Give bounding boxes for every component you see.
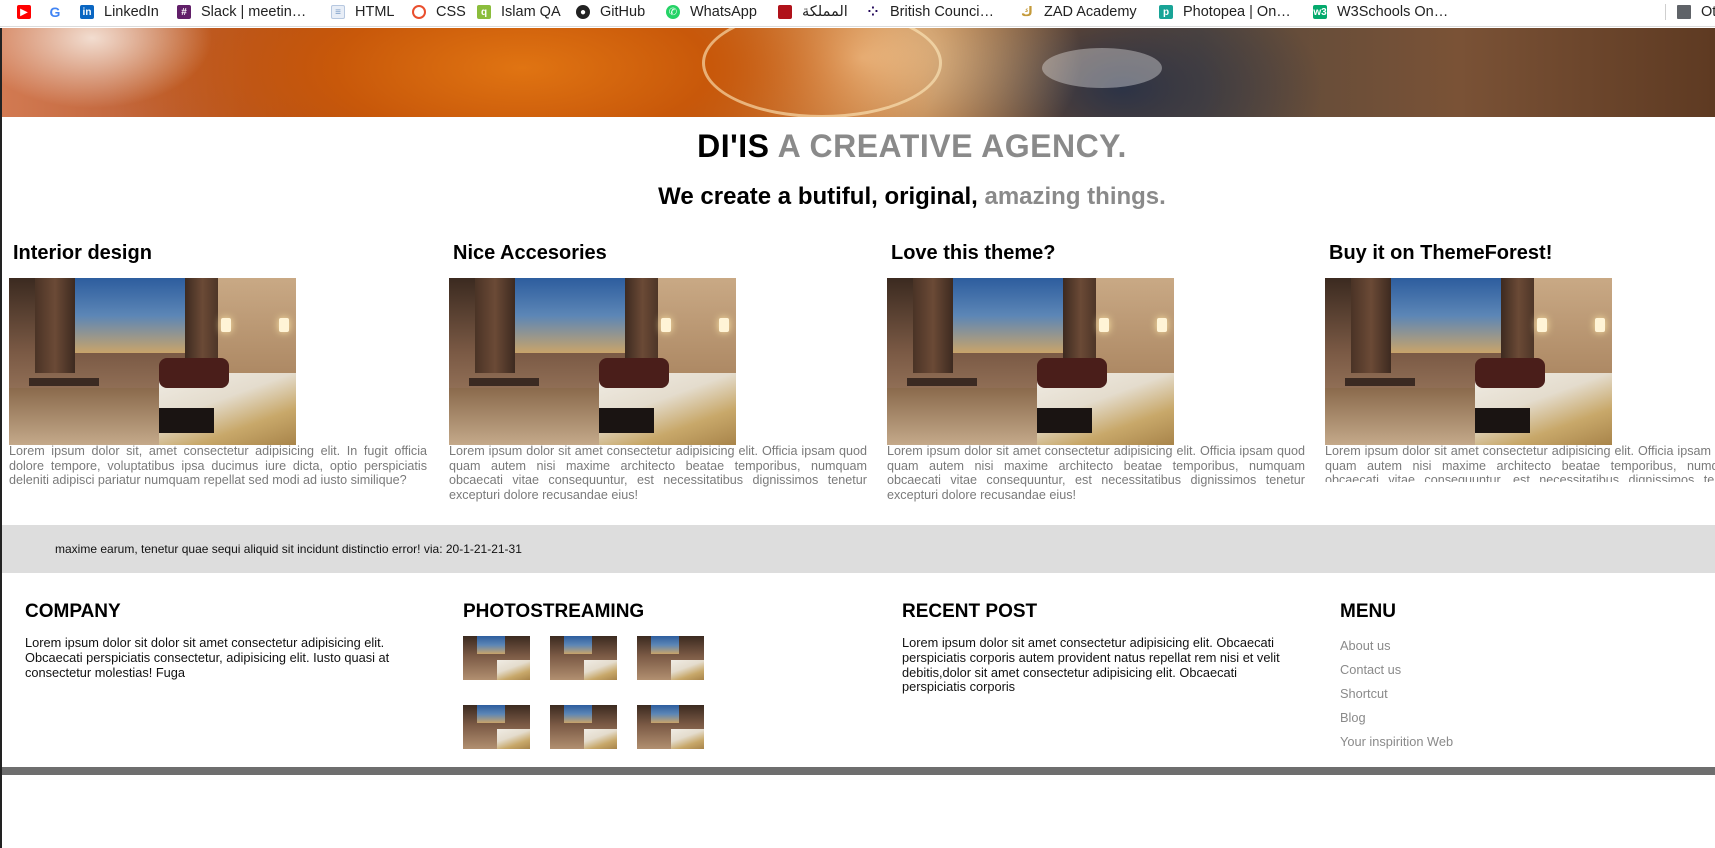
- bookmark-css[interactable]: CSS: [412, 0, 466, 24]
- bookmark-html[interactable]: ≡ HTML: [331, 0, 394, 24]
- footer-bottom-bar: [2, 767, 1715, 775]
- hero-plate-shape: [1042, 48, 1162, 88]
- brand-name: DI'IS: [697, 128, 770, 164]
- bookmarks-bar: ▶ G in LinkedIn # Slack | meetin… ≡ HTML…: [0, 0, 1715, 27]
- linkedin-icon: in: [80, 5, 94, 19]
- google-icon: G: [48, 4, 62, 20]
- feature-title: Interior design: [13, 242, 152, 264]
- islamqa-icon: q: [477, 5, 491, 19]
- page-subheadline: We create a butiful, original, amazing t…: [2, 183, 1715, 211]
- bookmark-youtube[interactable]: ▶: [17, 0, 41, 24]
- subheadline-dark: We create a butiful, original,: [658, 183, 978, 210]
- bookmark-label: GitHub: [600, 4, 646, 20]
- bookmark-label: Islam QA: [501, 4, 561, 20]
- bookmark-linkedin[interactable]: in LinkedIn: [80, 0, 159, 24]
- footer-heading: COMPANY: [25, 601, 121, 622]
- hero-glass-shape: [702, 28, 942, 117]
- bookmark-other[interactable]: Ot: [1677, 0, 1715, 24]
- menu-link-about-us[interactable]: About us: [1340, 638, 1640, 662]
- bookmark-slack[interactable]: # Slack | meetin…: [177, 0, 306, 24]
- zad-academy-icon: ﻙ: [1020, 4, 1034, 19]
- footer-heading: MENU: [1340, 601, 1396, 622]
- feature-interior-design: Interior design Lorem ipsum dolor sit, a…: [9, 242, 429, 487]
- photostream-thumbnail[interactable]: [550, 636, 617, 680]
- footer-recent-post: RECENT POST Lorem ipsum dolor sit amet c…: [902, 601, 1302, 695]
- quote-text: maxime earum, tenetur quae sequi aliquid…: [55, 542, 522, 556]
- footer-company: COMPANY Lorem ipsum dolor sit dolor sit …: [25, 601, 425, 680]
- bookmark-w3schools[interactable]: w3 W3Schools On…: [1313, 0, 1448, 24]
- feature-text: Lorem ipsum dolor sit, amet consectetur …: [9, 444, 427, 488]
- bookmark-almamlaka[interactable]: المملكة: [778, 0, 848, 24]
- bookmark-label: ZAD Academy: [1044, 4, 1137, 20]
- photostream-thumbnail[interactable]: [637, 636, 704, 680]
- bookmark-zad-academy[interactable]: ﻙ ZAD Academy: [1020, 0, 1137, 24]
- document-icon: ≡: [331, 5, 345, 19]
- bookmark-label: Ot: [1701, 4, 1715, 20]
- slack-icon: #: [177, 5, 191, 19]
- bookmark-label: WhatsApp: [690, 4, 757, 20]
- photostream-thumbnail[interactable]: [463, 705, 530, 749]
- room-photo: [449, 278, 736, 445]
- w3schools-icon: w3: [1313, 5, 1327, 19]
- footer-heading: PHOTOSTREAMING: [463, 601, 645, 622]
- almamlaka-icon: [778, 5, 792, 19]
- web-page: DI'IS A CREATIVE AGENCY. We create a but…: [0, 28, 1715, 848]
- menu-link-contact-us[interactable]: Contact us: [1340, 662, 1640, 686]
- feature-text: Lorem ipsum dolor sit amet consectetur a…: [1325, 444, 1715, 482]
- whatsapp-icon: ✆: [666, 5, 680, 19]
- bookmark-label: LinkedIn: [104, 4, 159, 20]
- feature-title: Love this theme?: [891, 242, 1056, 264]
- bookmark-whatsapp[interactable]: ✆ WhatsApp: [666, 0, 757, 24]
- bookmark-label: CSS: [436, 4, 466, 20]
- menu-link-blog[interactable]: Blog: [1340, 710, 1640, 734]
- bookmark-label: British Counci…: [890, 4, 994, 20]
- footer-company-text: Lorem ipsum dolor sit dolor sit amet con…: [25, 635, 390, 680]
- photostream-thumbnail[interactable]: [463, 636, 530, 680]
- bookmark-label: Slack | meetin…: [201, 4, 307, 20]
- feature-text: Lorem ipsum dolor sit amet consectetur a…: [449, 444, 867, 502]
- footer-heading: RECENT POST: [902, 601, 1038, 622]
- feature-nice-accesories: Nice Accesories Lorem ipsum dolor sit am…: [449, 242, 869, 502]
- bookmark-british-council[interactable]: ⁘ British Counci…: [866, 0, 994, 24]
- menu-link-inspiration-web[interactable]: Your inspirition Web: [1340, 734, 1640, 758]
- css-icon: [412, 5, 426, 19]
- footer-menu: MENU About us Contact us Shortcut Blog Y…: [1340, 601, 1640, 758]
- bookmark-label: HTML: [355, 4, 395, 20]
- bookmark-github[interactable]: ● GitHub: [576, 0, 645, 24]
- subheadline-light: amazing things.: [984, 183, 1166, 210]
- room-photo: [887, 278, 1174, 445]
- footer-menu-list: About us Contact us Shortcut Blog Your i…: [1340, 638, 1640, 758]
- bookmark-photopea[interactable]: p Photopea | On…: [1159, 0, 1291, 24]
- feature-title: Buy it on ThemeForest!: [1329, 242, 1553, 264]
- bookmark-google[interactable]: G: [48, 0, 72, 24]
- github-icon: ●: [576, 5, 590, 19]
- bookmark-label: Photopea | On…: [1183, 4, 1291, 20]
- page-headline: DI'IS A CREATIVE AGENCY.: [2, 128, 1715, 165]
- quote-band: maxime earum, tenetur quae sequi aliquid…: [2, 525, 1715, 573]
- folder-icon: [1677, 5, 1691, 19]
- bookmark-label: المملكة: [802, 4, 848, 20]
- photopea-icon: p: [1159, 5, 1173, 19]
- youtube-icon: ▶: [17, 5, 31, 19]
- feature-text: Lorem ipsum dolor sit amet consectetur a…: [887, 444, 1305, 502]
- photostream-thumbnail[interactable]: [550, 705, 617, 749]
- british-council-icon: ⁘: [866, 4, 880, 19]
- room-photo: [9, 278, 296, 445]
- room-photo: [1325, 278, 1612, 445]
- feature-love-this-theme: Love this theme? Lorem ipsum dolor sit a…: [887, 242, 1307, 502]
- photostream-thumbnail[interactable]: [637, 705, 704, 749]
- bookmarks-separator: [1665, 4, 1666, 20]
- feature-title: Nice Accesories: [453, 242, 607, 264]
- hero-banner-image: [2, 28, 1715, 117]
- menu-link-shortcut[interactable]: Shortcut: [1340, 686, 1640, 710]
- brand-tagline: A CREATIVE AGENCY.: [777, 128, 1127, 164]
- recent-post-text: Lorem ipsum dolor sit amet consectetur a…: [902, 635, 1280, 695]
- bookmark-label: W3Schools On…: [1337, 4, 1449, 20]
- footer-photostream: PHOTOSTREAMING: [463, 601, 723, 781]
- feature-buy-on-themeforest: Buy it on ThemeForest! Lorem ipsum dolor…: [1325, 242, 1715, 482]
- bookmark-islamqa[interactable]: q Islam QA: [477, 0, 561, 24]
